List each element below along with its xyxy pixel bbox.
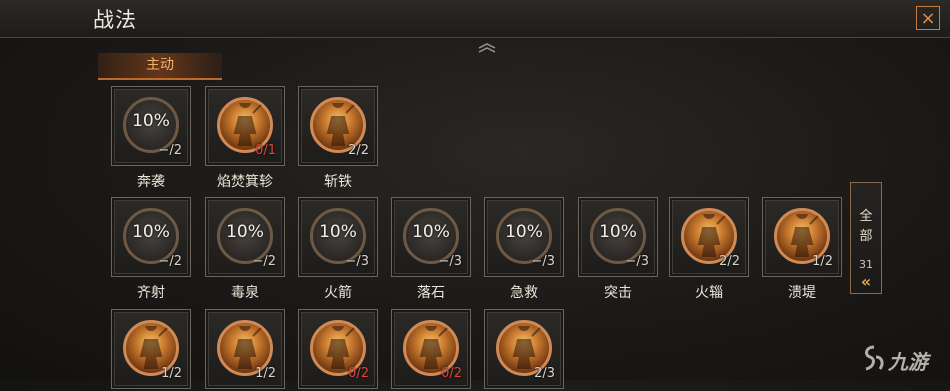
warrior-icon [691, 207, 727, 258]
skill-count: 1/2 [255, 366, 276, 381]
skill-name: 齐射 [137, 285, 165, 301]
skill-card[interactable]: 0/2 [298, 309, 378, 391]
skill-percent: 10% [132, 111, 170, 131]
skill-name: 落石 [417, 285, 445, 301]
skill-count: 2/2 [719, 254, 740, 269]
close-icon: × [920, 7, 936, 29]
logo-icon [865, 345, 884, 371]
skill-percent: 10% [226, 222, 264, 242]
skill-count: 0/1 [255, 143, 276, 158]
filter-label-2: 部 [859, 229, 873, 244]
skill-percent: 10% [319, 222, 357, 242]
skill-card[interactable]: 1/2 [205, 309, 285, 391]
skill-count: 1/2 [812, 254, 833, 269]
skill-name: 溃堤 [788, 285, 816, 301]
warrior-icon [506, 319, 542, 370]
skill-name: 火辎 [695, 285, 723, 301]
skill-count: 0/2 [441, 366, 462, 381]
skill-percent: 10% [505, 222, 543, 242]
filter-label-1: 全 [859, 209, 873, 224]
skill-card[interactable]: 1/2 [111, 309, 191, 391]
collapse-handle-icon[interactable] [477, 43, 497, 53]
skill-name: 火箭 [324, 285, 352, 301]
close-button[interactable]: × [916, 6, 940, 30]
skill-card[interactable]: 10% −/3 火箭 [298, 197, 378, 301]
skill-count: −/2 [252, 254, 276, 269]
skill-count: −/2 [158, 143, 182, 158]
skill-percent: 10% [412, 222, 450, 242]
watermark-text: 九游 [888, 350, 928, 374]
skill-count: 2/2 [348, 143, 369, 158]
skill-name: 突击 [604, 285, 632, 301]
skill-name: 奔袭 [137, 174, 165, 190]
skill-card[interactable]: 2/3 [484, 309, 564, 391]
skill-card[interactable]: 2/2 火辎 [669, 197, 749, 301]
warrior-icon [413, 319, 449, 370]
warrior-icon [227, 319, 263, 370]
skill-count: −/2 [158, 254, 182, 269]
warrior-icon [320, 319, 356, 370]
skill-count: −/3 [345, 254, 369, 269]
skill-name: 急救 [510, 285, 538, 301]
skill-card[interactable]: 0/2 [391, 309, 471, 391]
skill-card[interactable]: 0/1 焰焚箕轸 [205, 86, 285, 190]
filter-count: 31 [859, 258, 873, 271]
warrior-icon [784, 207, 820, 258]
warrior-icon [227, 96, 263, 147]
skill-count: −/3 [531, 254, 555, 269]
skill-card[interactable]: 2/2 斩铁 [298, 86, 378, 190]
skill-count: −/3 [625, 254, 649, 269]
filter-all-button[interactable]: 全 部 31 « [850, 182, 882, 294]
title-bar: 战法 × [0, 0, 950, 38]
watermark-logo: 九游 [862, 345, 947, 375]
skill-percent: 10% [132, 222, 170, 242]
warrior-icon [320, 96, 356, 147]
skill-card[interactable]: 10% −/2 毒泉 [205, 197, 285, 301]
skill-card[interactable]: 10% −/2 奔袭 [111, 86, 191, 190]
section-tab-active[interactable]: 主动 [98, 53, 222, 80]
skill-card[interactable]: 10% −/3 落石 [391, 197, 471, 301]
skill-name: 斩铁 [324, 174, 352, 190]
skill-count: 0/2 [348, 366, 369, 381]
window-title: 战法 [93, 8, 137, 32]
skill-card[interactable]: 10% −/2 齐射 [111, 197, 191, 301]
skill-name: 毒泉 [231, 285, 259, 301]
warrior-icon [133, 319, 169, 370]
skill-name: 焰焚箕轸 [217, 174, 273, 190]
double-chevron-left-icon: « [860, 272, 872, 291]
skill-percent: 10% [599, 222, 637, 242]
skill-card[interactable]: 1/2 溃堤 [762, 197, 842, 301]
skill-count: −/3 [438, 254, 462, 269]
skill-count: 2/3 [534, 366, 555, 381]
skill-count: 1/2 [161, 366, 182, 381]
skill-card[interactable]: 10% −/3 突击 [578, 197, 658, 301]
skill-card[interactable]: 10% −/3 急救 [484, 197, 564, 301]
